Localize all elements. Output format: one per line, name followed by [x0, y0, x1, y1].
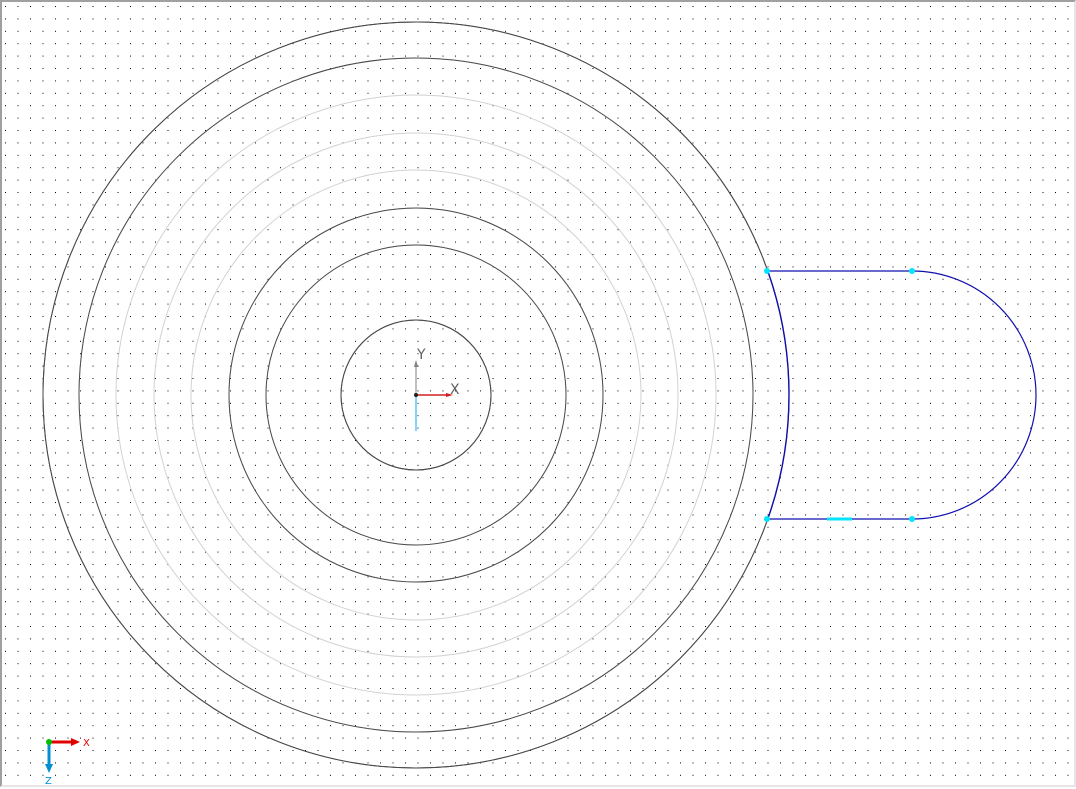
- origin-point[interactable]: [414, 393, 418, 397]
- triad-origin-dot: [46, 739, 52, 745]
- graphics-viewport[interactable]: Y X X Z: [0, 0, 1076, 787]
- origin-x-label: X: [450, 382, 460, 398]
- sketch-point[interactable]: [909, 268, 915, 274]
- origin-y-label: Y: [416, 347, 426, 363]
- triad-z-label: Z: [45, 776, 52, 787]
- sketch-canvas[interactable]: Y X X Z: [2, 2, 1076, 789]
- sketch-point[interactable]: [764, 268, 770, 274]
- triad-x-label: X: [83, 738, 90, 749]
- sketch-point[interactable]: [764, 516, 770, 522]
- sketch-point[interactable]: [909, 516, 915, 522]
